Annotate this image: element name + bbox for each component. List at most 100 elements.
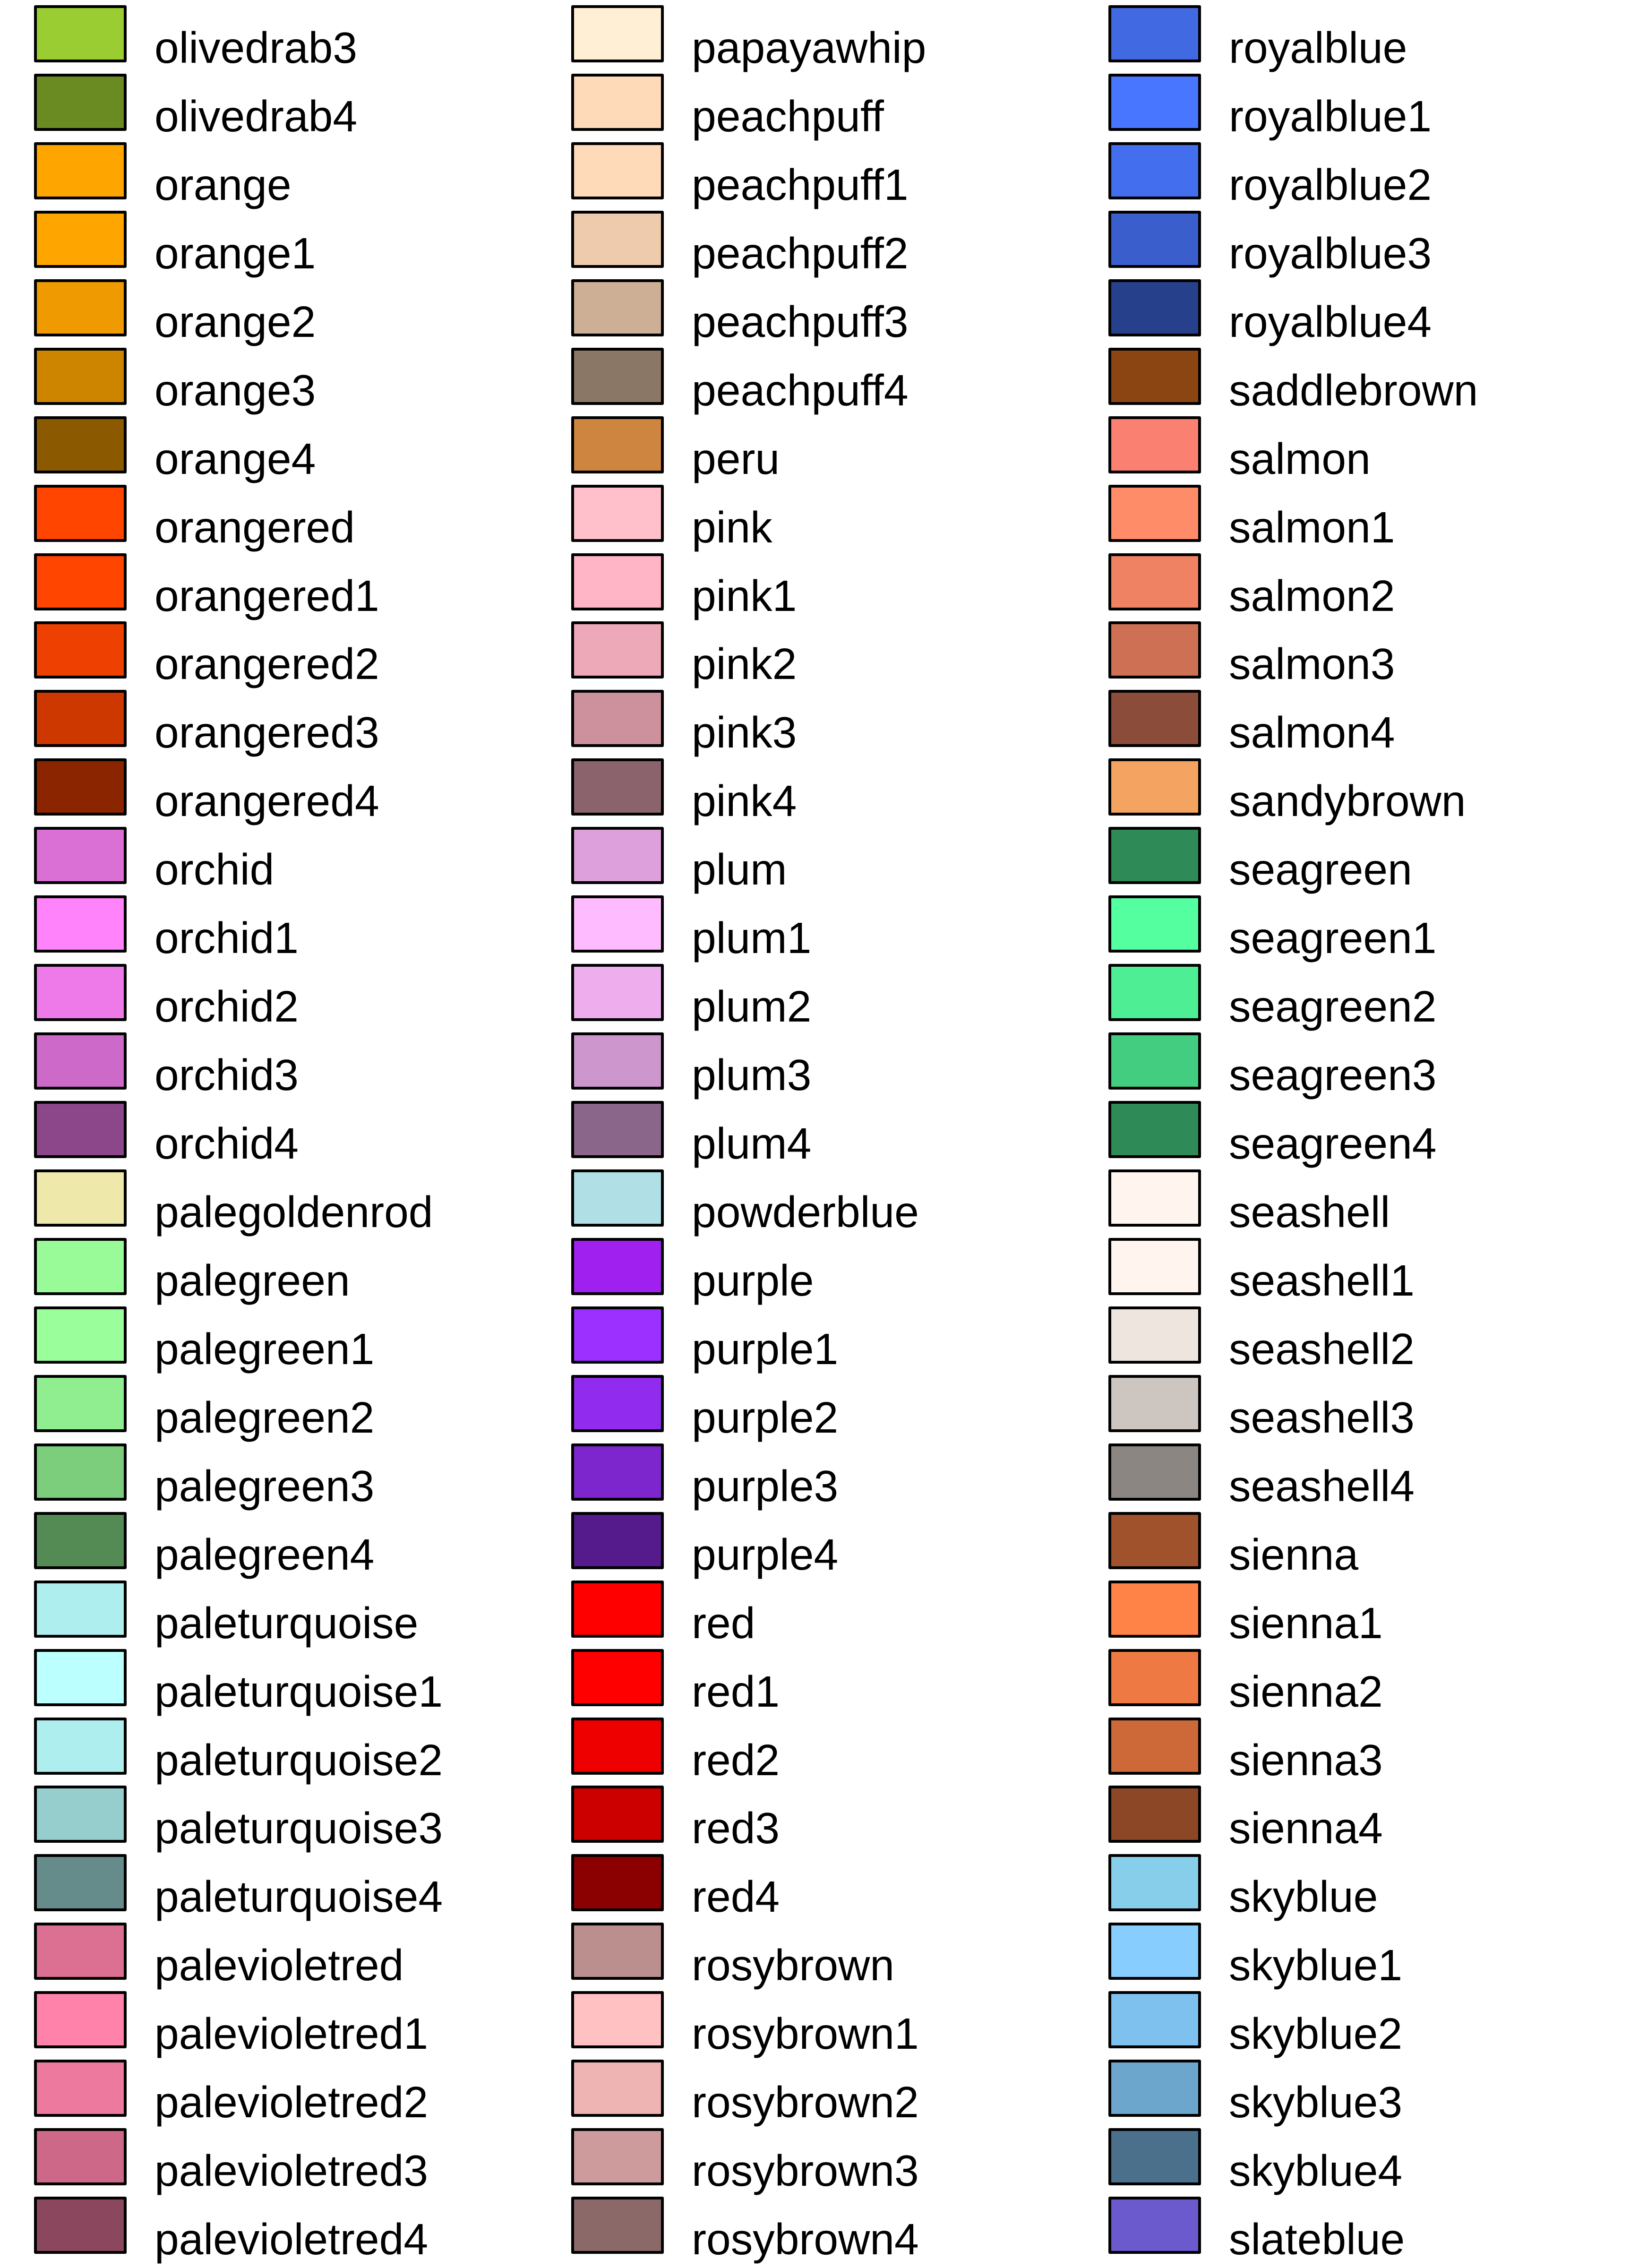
color-name-label: pink1	[692, 571, 797, 620]
color-entry: peachpuff1	[571, 142, 1105, 208]
color-entry: pink	[571, 484, 1105, 551]
color-swatch	[34, 2060, 127, 2117]
color-name-label: salmon3	[1229, 639, 1395, 689]
color-entry: rosybrown1	[571, 1991, 1105, 2057]
color-name-label: peachpuff2	[692, 228, 909, 278]
color-swatch	[1108, 1991, 1201, 2049]
color-swatch	[34, 553, 127, 610]
color-entry: sienna3	[1108, 1717, 1630, 1784]
color-entry: purple2	[571, 1375, 1105, 1441]
color-swatch	[1108, 1717, 1201, 1775]
color-entry: salmon4	[1108, 690, 1630, 756]
color-name-label: skyblue2	[1229, 2009, 1403, 2059]
color-swatch	[1108, 1649, 1201, 1706]
color-name-label: skyblue3	[1229, 2078, 1403, 2127]
color-name-label: royalblue1	[1229, 91, 1432, 141]
color-name-label: orangered4	[154, 776, 379, 826]
color-entry: peachpuff2	[571, 210, 1105, 277]
color-entry: orchid	[34, 827, 568, 893]
color-entry: salmon1	[1108, 484, 1630, 551]
color-name-label: palegreen3	[154, 1461, 375, 1511]
color-swatch	[571, 2128, 664, 2186]
color-name-label: salmon	[1229, 434, 1371, 483]
color-column: papayawhip peachpuff peachpuff1 peachpuff2 p…	[571, 0, 1105, 2268]
color-swatch	[571, 1991, 664, 2049]
color-swatch	[34, 1375, 127, 1432]
color-swatch	[1108, 621, 1201, 679]
color-swatch	[571, 553, 664, 610]
color-entry: palegreen	[34, 1237, 568, 1304]
color-name-label: palevioletred2	[154, 2078, 429, 2127]
color-entry: seashell4	[1108, 1443, 1630, 1510]
color-entry: royalblue4	[1108, 279, 1630, 345]
color-swatch	[1108, 553, 1201, 610]
color-swatch	[1108, 758, 1201, 816]
color-swatch	[571, 1169, 664, 1227]
color-name-label: skyblue1	[1229, 1941, 1403, 1990]
color-swatch	[571, 895, 664, 953]
color-name-label: orchid3	[154, 1050, 299, 1100]
color-swatch	[34, 964, 127, 1022]
color-name-label: red4	[692, 1872, 780, 1922]
color-entry: pink1	[571, 553, 1105, 619]
color-swatch	[571, 210, 664, 268]
color-swatch	[571, 1786, 664, 1843]
color-entry: palegreen1	[34, 1306, 568, 1373]
color-name-label: pink3	[692, 708, 797, 757]
color-swatch	[571, 142, 664, 199]
color-name-label: plum4	[692, 1119, 812, 1168]
color-swatch	[34, 1923, 127, 1980]
color-name-label: palegreen2	[154, 1392, 375, 1442]
color-swatch	[34, 1854, 127, 1912]
color-swatch	[34, 690, 127, 747]
color-entry: pink3	[571, 690, 1105, 756]
color-entry: peachpuff3	[571, 279, 1105, 345]
color-swatch	[34, 73, 127, 131]
color-swatch	[1108, 1786, 1201, 1843]
color-name-label: rosybrown4	[692, 2215, 919, 2264]
color-entry: orchid3	[34, 1032, 568, 1099]
color-entry: palegreen3	[34, 1443, 568, 1510]
color-name-label: seashell4	[1229, 1461, 1415, 1511]
color-entry: palevioletred3	[34, 2128, 568, 2194]
color-entry: orchid4	[34, 1101, 568, 1167]
color-swatch	[571, 1032, 664, 1090]
color-name-label: seashell2	[1229, 1324, 1415, 1374]
color-entry: sienna1	[1108, 1580, 1630, 1647]
color-swatch	[34, 758, 127, 816]
color-swatch	[571, 73, 664, 131]
color-swatch	[34, 5, 127, 62]
color-swatch	[1108, 895, 1201, 953]
color-swatch	[571, 1237, 664, 1295]
color-entry: papayawhip	[571, 5, 1105, 71]
color-swatch	[34, 1786, 127, 1843]
color-entry: orange	[34, 142, 568, 208]
color-entry: paleturquoise3	[34, 1786, 568, 1852]
color-name-label: peachpuff4	[692, 365, 909, 415]
color-name-label: red3	[692, 1804, 780, 1853]
color-entry: red4	[571, 1854, 1105, 1920]
color-entry: rosybrown3	[571, 2128, 1105, 2194]
color-name-label: orchid1	[154, 913, 299, 963]
color-swatch	[34, 2128, 127, 2186]
color-entry: palevioletred1	[34, 1991, 568, 2057]
color-entry: palevioletred4	[34, 2197, 568, 2263]
color-swatch	[1108, 1237, 1201, 1295]
color-entry: sienna	[1108, 1512, 1630, 1578]
color-entry: palegreen2	[34, 1375, 568, 1441]
color-entry: orangered2	[34, 621, 568, 687]
color-name-label: seashell	[1229, 1187, 1390, 1237]
color-name-label: palegreen	[154, 1255, 350, 1305]
color-name-label: rosybrown1	[692, 2009, 919, 2059]
color-name-label: purple4	[692, 1529, 839, 1579]
color-name-label: palevioletred3	[154, 2146, 429, 2196]
color-swatch	[1108, 2060, 1201, 2117]
color-entry: palevioletred2	[34, 2060, 568, 2126]
color-name-label: olivedrab3	[154, 23, 358, 72]
color-swatch	[571, 416, 664, 473]
color-name-label: royalblue4	[1229, 297, 1432, 346]
color-swatch	[1108, 1032, 1201, 1090]
color-swatch	[34, 1512, 127, 1569]
color-swatch	[571, 621, 664, 679]
color-name-label: pink	[692, 502, 772, 552]
